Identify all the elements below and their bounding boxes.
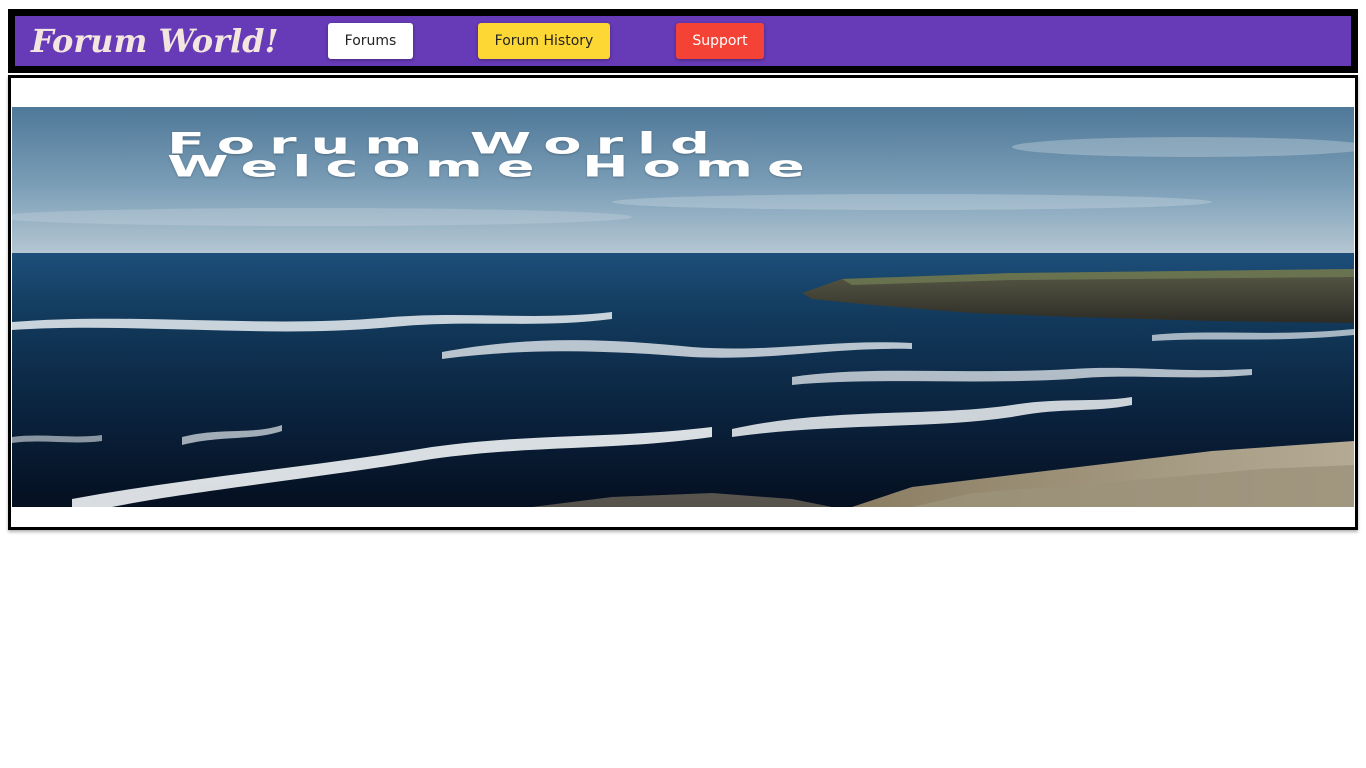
support-button[interactable]: Support — [676, 23, 764, 59]
hero-title: Forum World Welcome Home — [167, 129, 819, 184]
nav-bar: Forum World! Forums Forum History Suppor… — [15, 16, 1351, 66]
hero-banner-image: Forum World Welcome Home — [12, 107, 1354, 507]
hero-title-line-2: Welcome Home — [167, 150, 819, 184]
forums-button[interactable]: Forums — [328, 23, 413, 59]
site-brand[interactable]: Forum World! — [31, 22, 279, 60]
header-bar: Forum World! Forums Forum History Suppor… — [8, 9, 1358, 73]
hero-card: Forum World Welcome Home — [8, 75, 1358, 530]
forum-history-button[interactable]: Forum History — [478, 23, 610, 59]
